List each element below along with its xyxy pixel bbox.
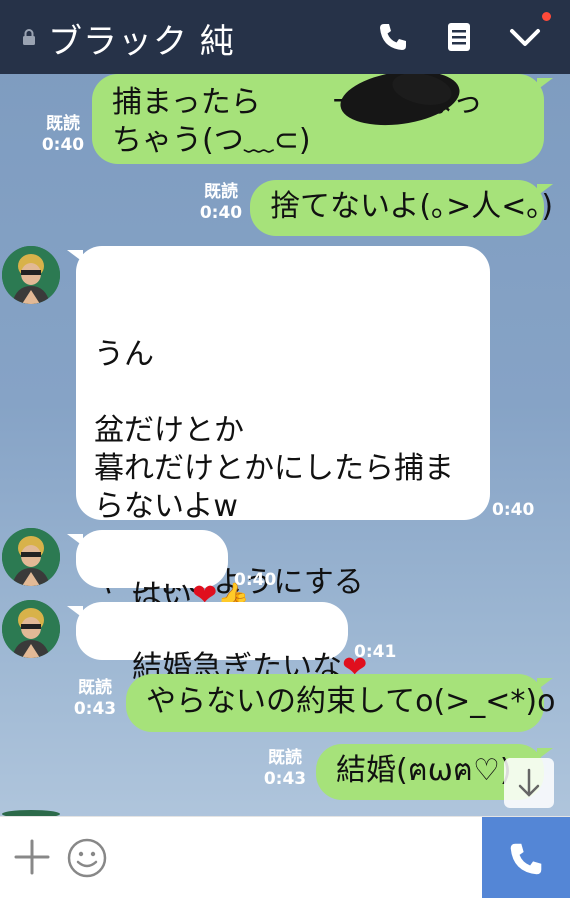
menu-note-icon[interactable]: [442, 20, 476, 54]
message-read-status: 既読 0:40: [199, 182, 243, 223]
message-bubble-theirs[interactable]: はい❤👍: [67, 530, 250, 613]
chat-title: ブラック 純: [48, 22, 235, 62]
message-text: ちゃう(つ﹏⊂): [112, 123, 311, 158]
plus-icon[interactable]: [12, 837, 52, 877]
avatar[interactable]: [2, 600, 60, 658]
message-bubble-mine[interactable]: やらないの約束してo(>_<*)o: [126, 674, 556, 732]
chevron-down-icon[interactable]: [508, 20, 542, 54]
message-read-status: 既読 0:43: [73, 678, 117, 719]
message-text: 捨てないよ(｡>人<｡): [270, 189, 554, 224]
chat-area[interactable]: 既読0:40 捕まったら一人になっ ちゃう(つ﹏⊂) 既読0:40 捨てないよ(…: [0, 74, 570, 816]
message-bubble-theirs[interactable]: 結婚急ぎたいな❤: [67, 602, 367, 685]
call-button[interactable]: [482, 817, 570, 898]
avatar[interactable]: [2, 528, 60, 586]
notification-dot: [542, 12, 551, 21]
message-time: 0:41: [354, 642, 397, 662]
call-icon: [510, 843, 542, 875]
input-bar: [0, 816, 570, 898]
message-text: 捕まったら: [112, 85, 261, 120]
chat-header: ブラック 純: [0, 0, 570, 74]
avatar-image: [2, 600, 60, 658]
phone-icon[interactable]: [376, 20, 410, 54]
smiley-icon[interactable]: [66, 837, 108, 879]
message-bubble-mine[interactable]: 捨てないよ(｡>人<｡): [250, 180, 553, 236]
avatar-image: [2, 246, 60, 304]
message-time: 0:40: [234, 570, 277, 590]
scroll-to-bottom-button[interactable]: [504, 758, 554, 808]
avatar[interactable]: [2, 246, 60, 304]
message-bubble-theirs[interactable]: うん 盆だけとか 暮れだけとかにしたら捕ま らないよw やらないようにする: [67, 246, 490, 600]
message-read-status: 既読 0:40: [41, 114, 85, 155]
message-time: 0:40: [492, 500, 535, 520]
arrow-down-icon: [518, 768, 540, 797]
message-bubble-mine[interactable]: 捕まったら一人になっ ちゃう(つ﹏⊂): [92, 74, 553, 164]
message-text: 結婚(ฅωฅ♡): [336, 753, 512, 788]
message-text: やらないの約束してo(>_<*)o: [146, 684, 556, 719]
lock-icon: [23, 29, 35, 45]
message-read-status: 既読 0:43: [263, 748, 307, 789]
avatar-image: [2, 528, 60, 586]
